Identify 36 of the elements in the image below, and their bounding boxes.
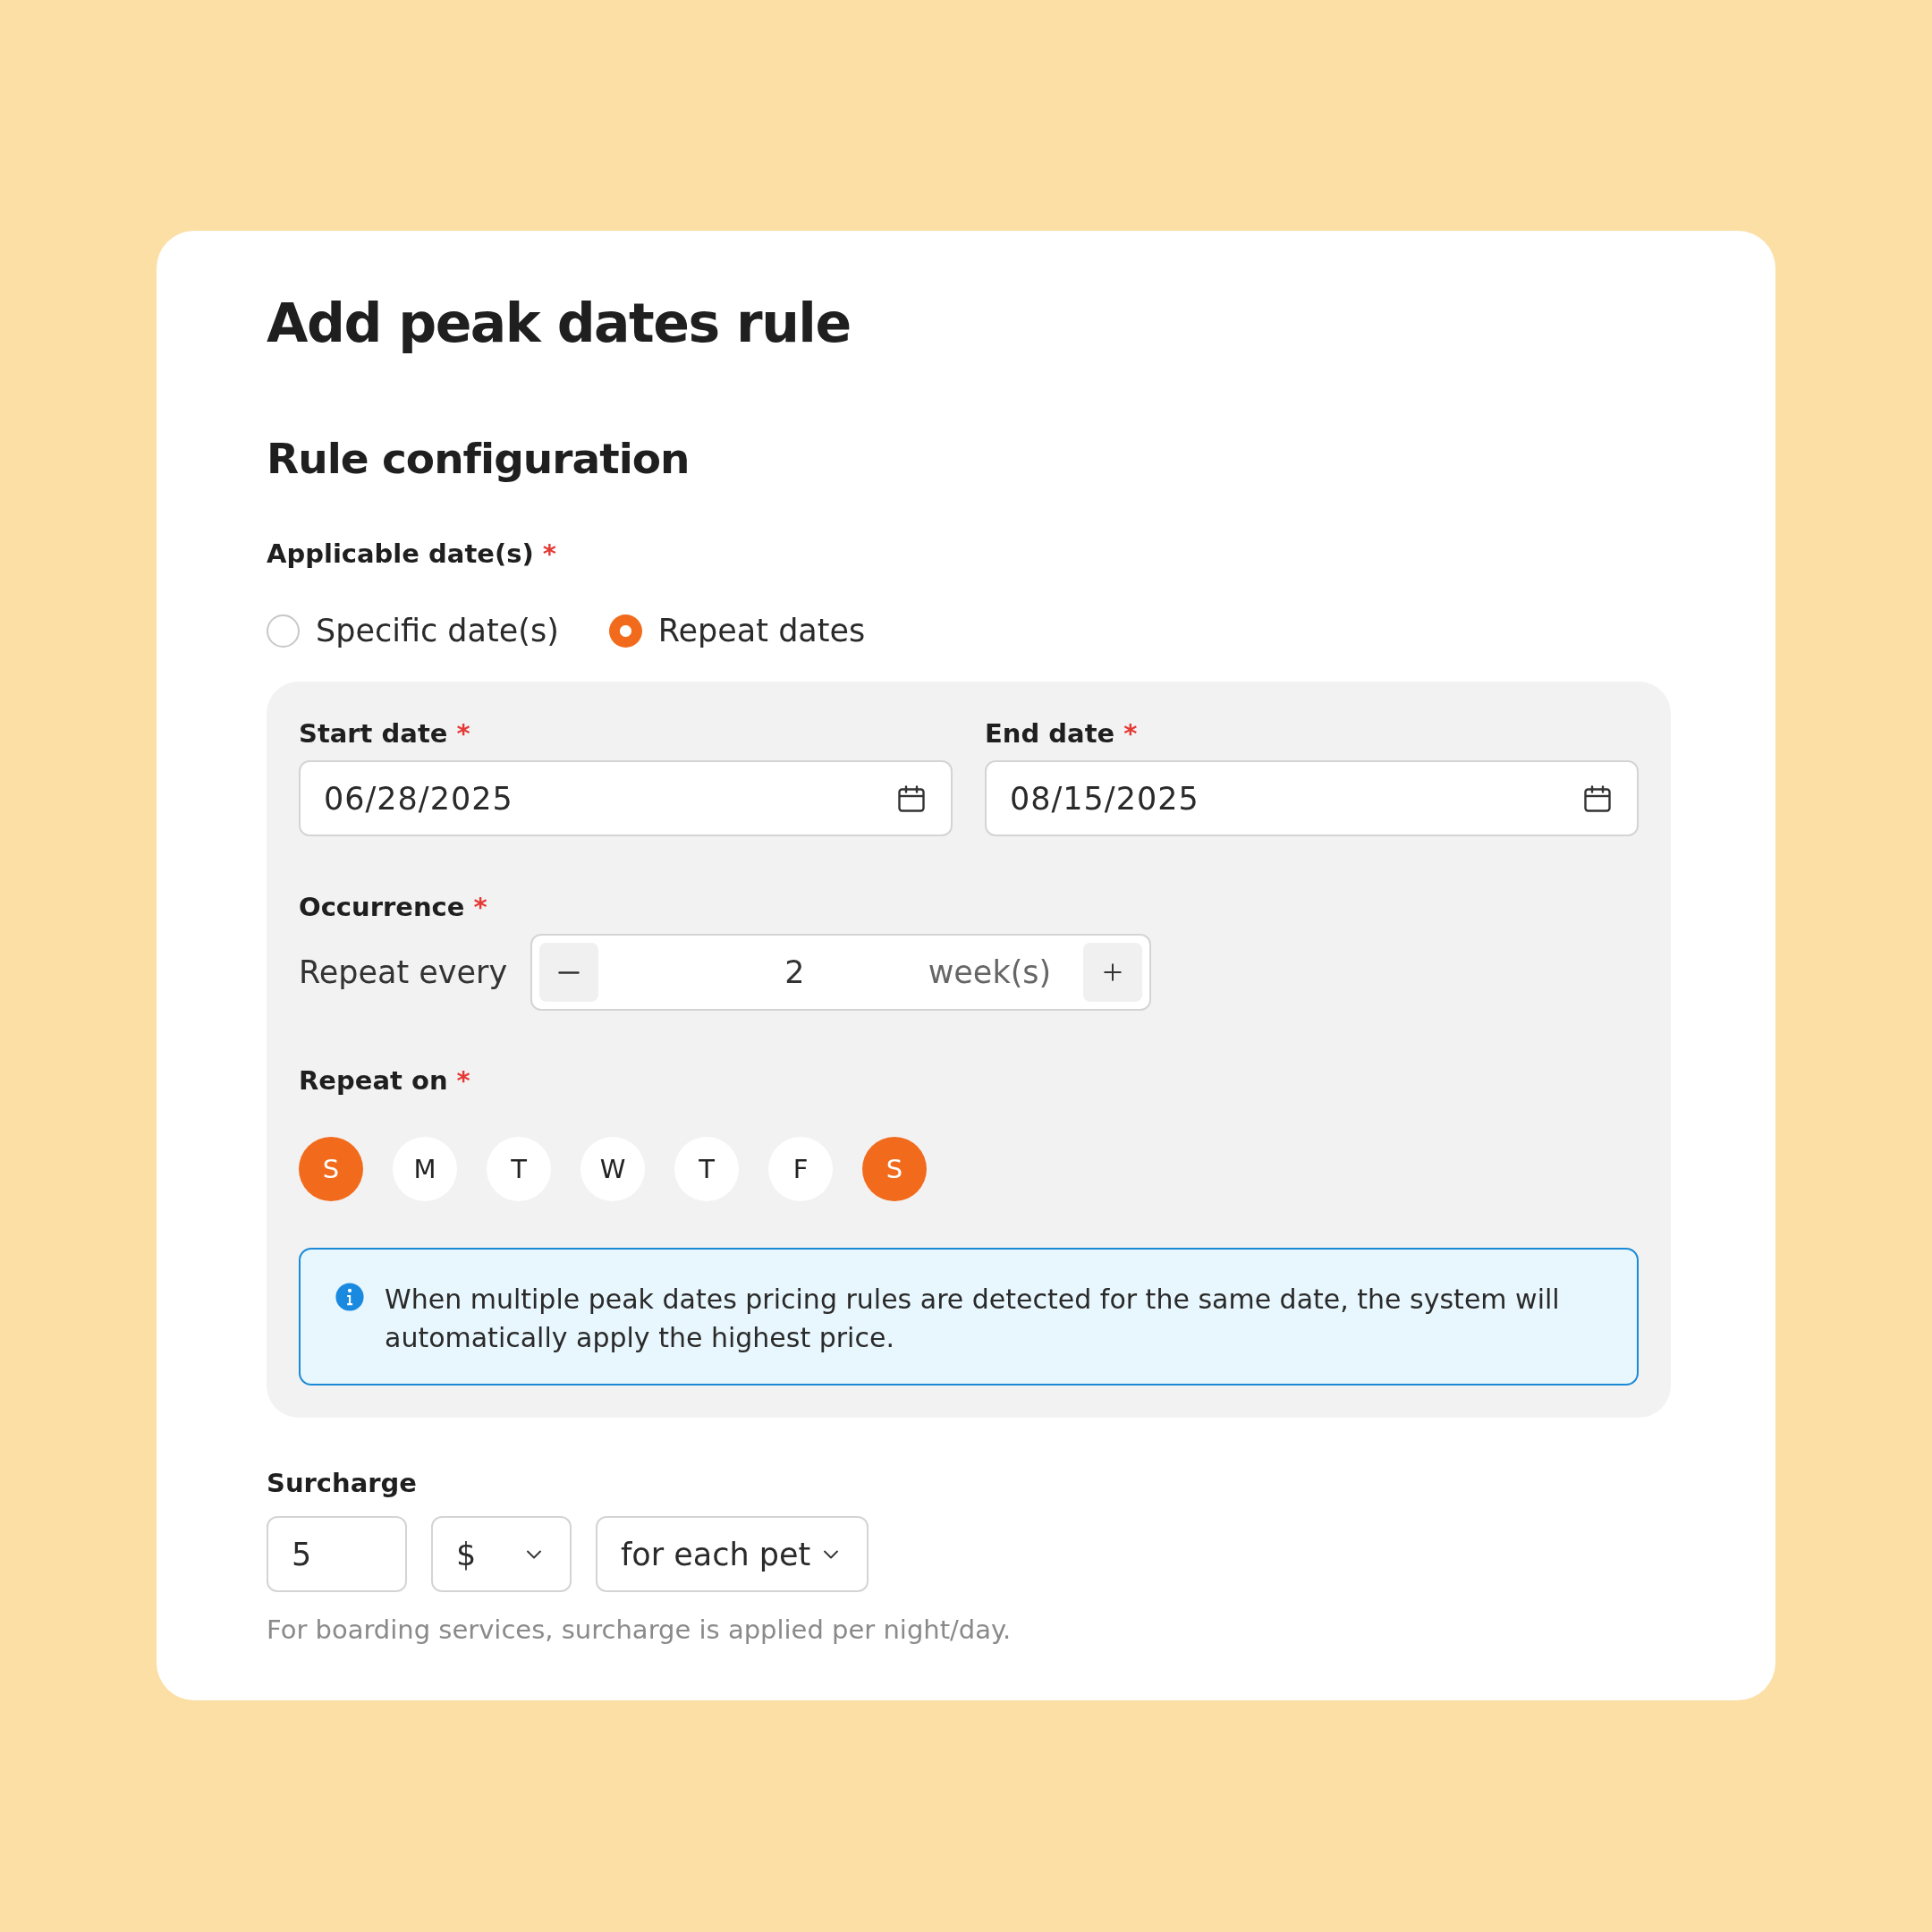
amount-field[interactable]: 5 [267, 1516, 407, 1592]
unit-label: week(s) [928, 954, 1052, 990]
field-label: Repeat every [299, 954, 508, 990]
required-mark: * [456, 718, 470, 749]
radio-button[interactable] [267, 614, 300, 648]
info-icon [335, 1282, 365, 1312]
increment-button[interactable] [1083, 943, 1143, 1002]
minus-icon [558, 970, 580, 974]
date-field[interactable]: 08/15/2025 [985, 760, 1639, 836]
section-title: Rule configuration [267, 433, 691, 485]
help-text: For boarding services, surcharge is applied per night/day. [267, 1614, 1013, 1646]
basis-dropdown[interactable]: for each pet [596, 1516, 869, 1592]
day-toggle[interactable]: F [768, 1137, 833, 1201]
stepper-field[interactable]: 2 week(s) [530, 934, 1152, 1011]
info-message: When multiple peak dates pricing rules are detected for the same date, the system will automatically apply the highest price. [385, 1283, 1561, 1355]
field-label: Surcharge [267, 1468, 417, 1498]
radio-label: Repeat dates [657, 613, 866, 648]
page-title: Add peak dates rule [267, 291, 852, 356]
radio-label: Specific date(s) [316, 613, 559, 648]
required-mark: * [1123, 718, 1138, 749]
required-mark: * [456, 1065, 470, 1096]
day-toggle[interactable]: T [674, 1137, 739, 1201]
day-toggle[interactable]: W [580, 1137, 645, 1201]
decrement-button[interactable] [539, 943, 599, 1002]
day-toggle[interactable]: T [487, 1137, 551, 1201]
currency-dropdown[interactable]: $ [431, 1516, 572, 1592]
field-label: Repeat on [299, 1065, 448, 1096]
field-label: Start date [299, 718, 448, 749]
field-label: Applicable date(s) [267, 538, 534, 569]
radio-button[interactable] [608, 614, 642, 648]
day-toggle[interactable]: M [393, 1137, 457, 1201]
field-label: End date [985, 718, 1115, 749]
field-label: Occurrence [299, 892, 465, 922]
date-field[interactable]: 06/28/2025 [299, 760, 953, 836]
required-mark: * [473, 892, 487, 922]
required-mark: * [542, 538, 556, 569]
